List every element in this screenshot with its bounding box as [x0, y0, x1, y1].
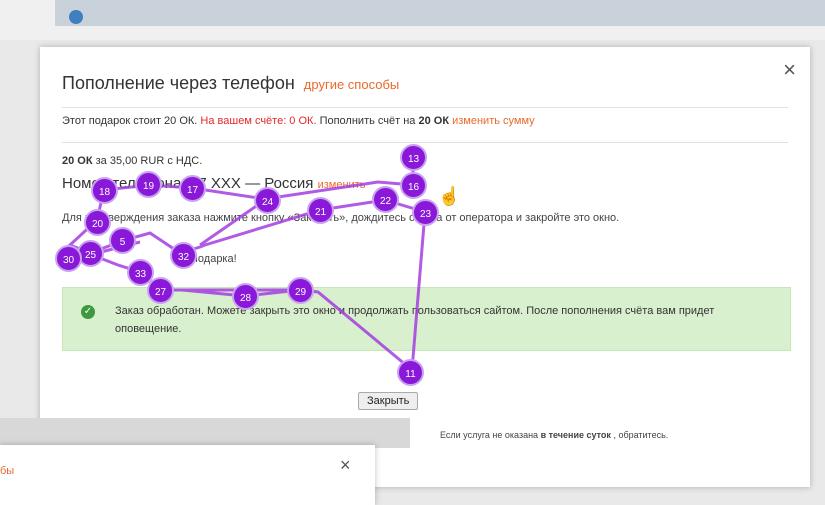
- click-marker: 17: [179, 175, 206, 202]
- topup-amount: 20 ОК: [418, 115, 450, 127]
- click-marker: 24: [254, 187, 281, 214]
- hand-cursor-icon: ☝: [438, 186, 461, 206]
- close-button[interactable]: Закрыть: [358, 392, 419, 410]
- gift-cost-text: Этот подарок стоит 20 ОК.: [62, 115, 198, 127]
- click-marker: 32: [170, 242, 197, 269]
- dialog-title: Пополнение через телефон другие способы: [62, 73, 399, 94]
- footer-note: Если услуга не оказана в течение суток ,…: [440, 430, 668, 440]
- check-icon: ✓: [81, 305, 95, 319]
- instructions-text: Для подтверждения заказа нажмите кнопку …: [62, 212, 620, 224]
- click-marker: 16: [400, 172, 427, 199]
- click-marker: 29: [287, 277, 314, 304]
- price-amount: 20 ОК: [62, 155, 93, 167]
- price-text: за 35,00 RUR с НДС.: [95, 155, 203, 167]
- change-phone-link[interactable]: изменить: [318, 179, 366, 191]
- click-marker: 30: [55, 245, 82, 272]
- second-dialog: бы ×: [0, 445, 375, 505]
- footer-suffix: , обратитесь.: [613, 430, 669, 440]
- click-marker: 22: [372, 186, 399, 213]
- close-icon[interactable]: ×: [340, 455, 351, 476]
- gift-cost-line: Этот подарок стоит 20 ОК. На вашем счёте…: [62, 115, 535, 127]
- footer-bold: в течение суток: [540, 430, 611, 440]
- top-bar: [55, 0, 825, 26]
- balance-text: На вашем счёте: 0 ОК.: [200, 115, 317, 127]
- click-marker: 28: [232, 283, 259, 310]
- click-marker: 13: [400, 144, 427, 171]
- topup-prefix: Пополнить счёт на: [319, 115, 416, 127]
- click-marker: 18: [91, 177, 118, 204]
- dialog-title-text: Пополнение через телефон: [62, 73, 295, 93]
- other-methods-link-2[interactable]: бы: [0, 465, 14, 477]
- success-message: Заказ обработан. Можете закрыть это окно…: [115, 305, 715, 335]
- second-dialog-backdrop: [0, 418, 410, 448]
- gift-note: Подарка!: [190, 253, 237, 265]
- divider: [62, 107, 788, 108]
- other-methods-link[interactable]: другие способы: [304, 77, 399, 92]
- divider: [62, 142, 788, 143]
- click-marker: 27: [147, 277, 174, 304]
- status-dot-icon: [69, 10, 83, 24]
- click-marker: 5: [109, 227, 136, 254]
- close-icon[interactable]: ×: [783, 59, 796, 81]
- click-marker: 19: [135, 171, 162, 198]
- click-marker: 21: [307, 197, 334, 224]
- price-line: 20 ОК за 35,00 RUR с НДС.: [62, 155, 202, 167]
- footer-prefix: Если услуга не оказана: [440, 430, 539, 440]
- click-marker: 20: [84, 209, 111, 236]
- change-amount-link[interactable]: изменить сумму: [452, 115, 535, 127]
- click-marker: 11: [397, 359, 424, 386]
- click-marker: 23: [412, 199, 439, 226]
